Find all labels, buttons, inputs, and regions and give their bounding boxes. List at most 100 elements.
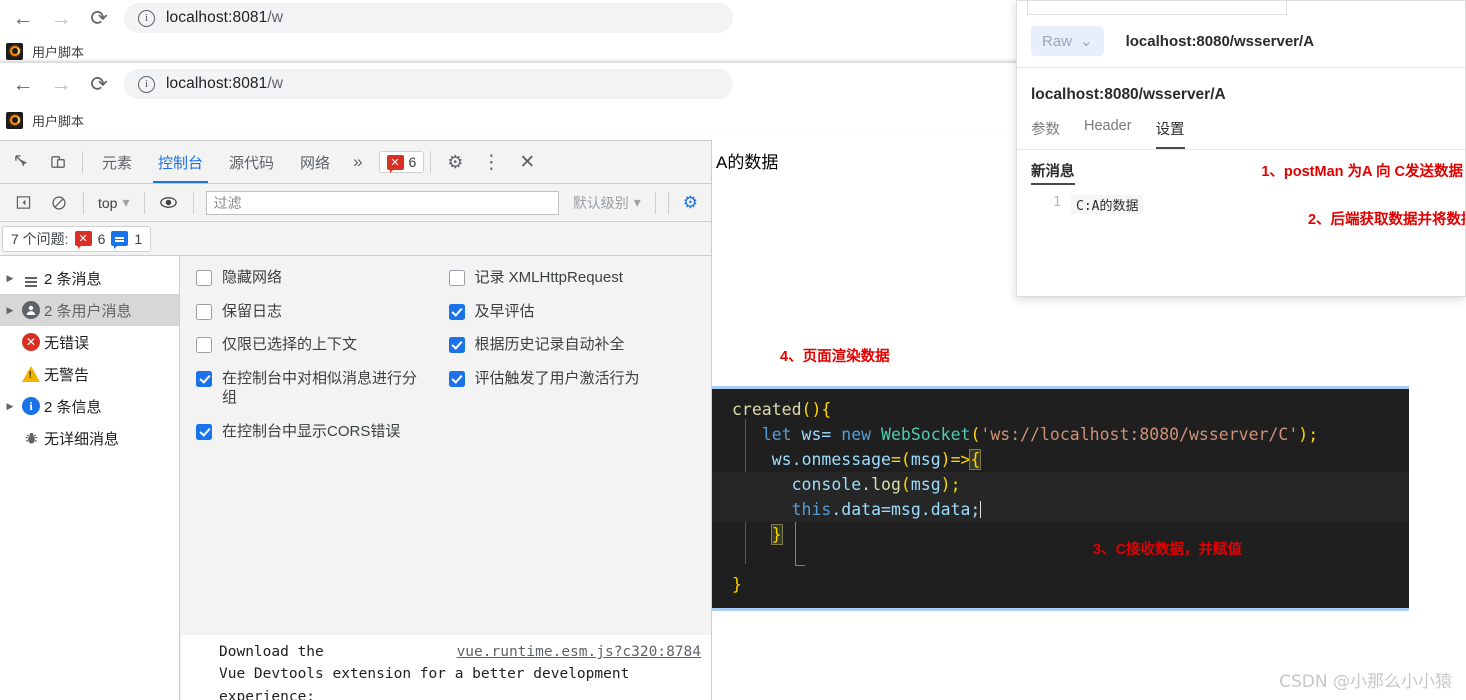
- issues-chip[interactable]: 7 个问题: ✕ 6 1: [2, 225, 152, 252]
- code-token-console: console: [791, 475, 862, 494]
- checkbox[interactable]: [448, 303, 465, 320]
- page-rendered-data: A的数据: [716, 153, 779, 172]
- postman-tab-settings[interactable]: 设置: [1155, 118, 1185, 149]
- address-bar[interactable]: i localhost:8081/w: [124, 69, 733, 99]
- expand-triangle-icon[interactable]: ▶: [2, 305, 18, 316]
- code-token-brace: }: [732, 575, 742, 594]
- setting-label: 根据历史记录自动补全: [474, 336, 625, 353]
- inspect-element-icon[interactable]: [4, 144, 40, 180]
- console-filter-input[interactable]: 过滤: [205, 190, 559, 215]
- tab-console[interactable]: 控制台: [145, 141, 216, 183]
- checkbox[interactable]: [196, 303, 212, 320]
- back-button[interactable]: ←: [4, 0, 42, 37]
- close-devtools-icon[interactable]: ✕: [509, 144, 545, 180]
- error-count-badge[interactable]: ✕ 6: [378, 151, 425, 173]
- code-line-6: }: [712, 522, 1409, 547]
- tampermonkey-icon[interactable]: [6, 42, 23, 60]
- settings-gear-icon[interactable]: ⚙: [437, 144, 473, 180]
- log-level-value: 默认级别: [572, 194, 629, 211]
- code-editor[interactable]: created(){ let ws= new WebSocket('ws://l…: [712, 386, 1409, 611]
- sidebar-item-label: 无错误: [44, 334, 90, 352]
- sidebar-item-messages[interactable]: ▶ 2 条消息: [0, 262, 179, 294]
- reload-button[interactable]: ⟳: [80, 0, 118, 37]
- setting-selected-context-only[interactable]: 仅限已选择的上下文: [196, 335, 449, 355]
- address-bar-text: localhost:8081/w: [166, 9, 283, 27]
- code-token-paren: =(: [890, 450, 911, 469]
- sidebar-item-user-messages[interactable]: ▶ 2 条用户消息: [0, 294, 179, 326]
- checkbox[interactable]: [448, 270, 465, 286]
- log-source-link[interactable]: vue.runtime.esm.js?c320:8784: [457, 641, 701, 663]
- setting-label: 及早评估: [474, 302, 535, 320]
- tab-elements[interactable]: 元素: [89, 141, 145, 183]
- execution-context-value: top: [98, 194, 118, 211]
- back-button[interactable]: ←: [4, 65, 42, 103]
- checkbox[interactable]: [196, 370, 212, 387]
- execution-context-select[interactable]: top ▾: [90, 194, 138, 211]
- checkbox[interactable]: [448, 370, 465, 387]
- user-icon: [18, 301, 44, 319]
- log-level-select[interactable]: 默认级别 ▾: [565, 193, 649, 213]
- console-sidebar: ▶ 2 条消息 ▶ 2 条用户消息 ✕ 无错误 ! 无警告 ▶ i 2 条信息 …: [0, 256, 180, 700]
- sidebar-item-no-errors[interactable]: ✕ 无错误: [0, 326, 179, 358]
- setting-preserve-log[interactable]: 保留日志: [196, 302, 449, 322]
- toggle-console-sidebar-icon[interactable]: [5, 185, 41, 221]
- sidebar-item-label: 无警告: [44, 366, 90, 384]
- sidebar-item-no-verbose[interactable]: 无详细消息: [0, 422, 179, 454]
- devtools-body: ▶ 2 条消息 ▶ 2 条用户消息 ✕ 无错误 ! 无警告 ▶ i 2 条信息 …: [0, 256, 711, 700]
- postman-tab-header[interactable]: Header: [1084, 118, 1132, 149]
- postman-message-body[interactable]: C:A的数据: [1071, 195, 1144, 214]
- setting-hide-network[interactable]: 隐藏网络: [196, 268, 449, 288]
- address-bar[interactable]: i localhost:8081/w: [124, 3, 733, 33]
- forward-button[interactable]: →: [42, 65, 80, 103]
- tab-network[interactable]: 网络: [287, 141, 343, 183]
- setting-label: 隐藏网络: [222, 269, 283, 286]
- live-expression-eye-icon[interactable]: [151, 185, 187, 221]
- expand-triangle-icon[interactable]: ▶: [2, 273, 18, 284]
- bookmark-user-scripts[interactable]: 用户脚本: [32, 111, 84, 130]
- console-settings-gear-icon[interactable]: ⚙: [675, 193, 706, 213]
- forward-button[interactable]: →: [42, 0, 80, 37]
- clear-console-icon[interactable]: [41, 185, 77, 221]
- more-tabs-icon[interactable]: »: [343, 152, 372, 172]
- setting-group-similar[interactable]: 在控制台中对相似消息进行分组: [196, 369, 449, 408]
- site-info-icon[interactable]: i: [138, 75, 155, 93]
- postman-tab-stub[interactable]: [1027, 1, 1287, 15]
- site-info-icon[interactable]: i: [138, 9, 155, 27]
- more-options-icon[interactable]: ⋮: [473, 144, 509, 180]
- setting-show-cors-errors[interactable]: 在控制台中显示CORS错误: [196, 422, 449, 442]
- tab-sources[interactable]: 源代码: [216, 141, 287, 183]
- raw-format-select[interactable]: Raw ⌄: [1031, 26, 1104, 56]
- setting-autocomplete-from-history[interactable]: 根据历史记录自动补全: [448, 335, 702, 355]
- tampermonkey-icon[interactable]: [6, 111, 23, 129]
- setting-log-xmlhttprequest[interactable]: 记录 XMLHttpRequest: [448, 268, 702, 288]
- device-toolbar-icon[interactable]: [40, 144, 76, 180]
- postman-tab-params[interactable]: 参数: [1031, 118, 1060, 149]
- address-host: localhost:8081: [166, 9, 268, 26]
- issues-error-count: 6: [97, 230, 106, 247]
- code-token-method: .log: [861, 475, 901, 494]
- postman-new-message-label[interactable]: 新消息: [1031, 160, 1075, 185]
- code-token-assign: .data=msg.data;: [831, 500, 981, 519]
- checkbox[interactable]: [196, 270, 212, 286]
- setting-label: 在控制台中显示CORS错误: [222, 422, 401, 440]
- checkbox[interactable]: [196, 337, 212, 353]
- log-entry-vue-devtools[interactable]: vue.runtime.esm.js?c320:8784 Download th…: [181, 635, 711, 700]
- annotation-step3: 3、C接收数据，并赋值: [1093, 542, 1243, 558]
- setting-eager-evaluation[interactable]: 及早评估: [448, 302, 702, 322]
- checkbox[interactable]: [196, 423, 212, 440]
- reload-button[interactable]: ⟳: [80, 65, 118, 103]
- warning-icon: [18, 366, 44, 382]
- bookmark-user-scripts[interactable]: 用户脚本: [32, 42, 84, 61]
- sidebar-item-no-warnings[interactable]: 无警告: [0, 358, 179, 390]
- setting-evaluate-triggers-user-activation[interactable]: 评估触发了用户激活行为: [448, 369, 702, 389]
- verbose-bug-icon: [18, 431, 44, 446]
- settings-column-right: 记录 XMLHttpRequest 及早评估 根据历史记录自动补全 评估触发了用…: [448, 268, 702, 455]
- devtools-toolbar: 元素 控制台 源代码 网络 » ✕ 6 ⚙ ⋮ ✕: [0, 141, 711, 184]
- console-filter-bar: top ▾ 过滤 默认级别 ▾ ⚙: [0, 184, 711, 222]
- sidebar-item-info[interactable]: ▶ i 2 条信息: [0, 390, 179, 422]
- expand-triangle-icon[interactable]: ▶: [2, 401, 18, 412]
- address-host: localhost:8081: [166, 75, 268, 92]
- error-count-text: 6: [408, 154, 417, 170]
- checkbox[interactable]: [448, 337, 465, 353]
